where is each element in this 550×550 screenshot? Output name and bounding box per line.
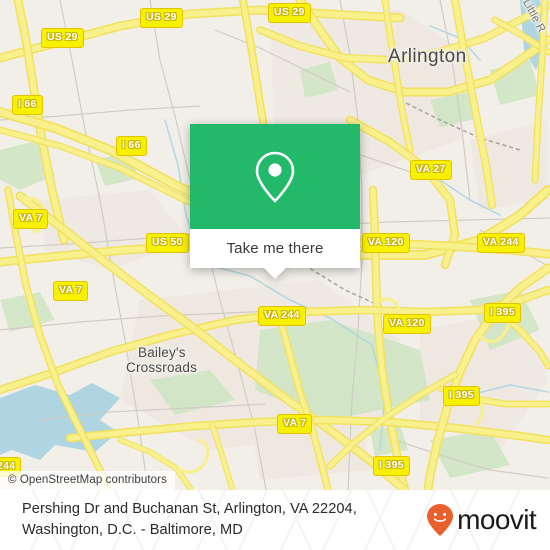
highway-shield: US 29: [140, 8, 183, 28]
highway-shield: VA 120: [383, 314, 431, 334]
map-canvas[interactable]: .rd-major { fill:none; stroke:#F2E15E; s…: [0, 0, 550, 490]
map-place-label: Bailey's: [138, 345, 186, 360]
footer-content: Pershing Dr and Buchanan St, Arlington, …: [0, 490, 550, 550]
moovit-wordmark: moovit: [457, 504, 536, 535]
location-title-line-2: Washington, D.C. - Baltimore, MD: [22, 522, 243, 538]
location-title-line-1: Pershing Dr and Buchanan St, Arlington, …: [22, 501, 357, 518]
popup-action-bar[interactable]: Take me there: [190, 229, 360, 279]
screenshot-root: .rd-major { fill:none; stroke:#F2E15E; s…: [0, 0, 550, 550]
moovit-logo[interactable]: moovit: [426, 503, 537, 537]
popup-tail: [264, 268, 286, 279]
highway-shield: I 395: [484, 303, 521, 323]
highway-shield: VA 7: [277, 414, 313, 434]
highway-shield: VA 27: [410, 160, 452, 180]
take-me-there-label: Take me there: [226, 240, 324, 257]
highway-shield: VA 120: [362, 233, 410, 253]
highway-shield: I 395: [443, 386, 480, 406]
osm-attribution[interactable]: © OpenStreetMap contributors: [0, 471, 175, 490]
highway-shield: US 29: [268, 3, 311, 23]
highway-shield: VA 244: [477, 233, 525, 253]
highway-shield: US 29: [41, 28, 84, 48]
highway-shield: VA 7: [53, 281, 89, 301]
map-place-label: Arlington: [388, 46, 467, 67]
highway-shield: VA 7: [13, 209, 49, 229]
highway-shield: I 66: [116, 136, 147, 156]
map-place-label: Crossroads: [126, 360, 198, 375]
highway-shield: I 395: [373, 456, 410, 476]
location-pin-icon: [255, 151, 295, 203]
highway-shield: I 66: [12, 95, 43, 115]
moovit-pin-icon: [427, 504, 454, 536]
take-me-there-popup[interactable]: Take me there: [190, 124, 360, 279]
footer-bar: Pershing Dr and Buchanan St, Arlington, …: [0, 490, 550, 550]
highway-shield: US 50: [146, 233, 189, 253]
location-title: Pershing Dr and Buchanan St, Arlington, …: [22, 499, 357, 540]
popup-icon-area: [190, 124, 360, 229]
highway-shield: VA 244: [258, 306, 306, 326]
